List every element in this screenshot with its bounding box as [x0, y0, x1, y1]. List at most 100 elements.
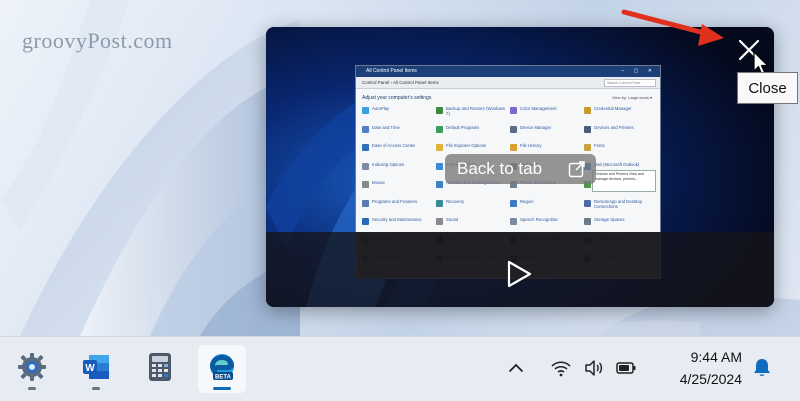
play-icon[interactable]: [505, 259, 533, 289]
active-indicator: [213, 387, 231, 390]
cp-item: File Explorer Options: [436, 143, 506, 154]
taskbar-clock[interactable]: 9:44 AM 4/25/2024: [628, 346, 742, 390]
cp-item-icon: [436, 218, 443, 225]
cp-item-icon: [584, 218, 591, 225]
cp-item: Default Programs: [436, 125, 506, 136]
cp-item-icon: [362, 199, 369, 207]
cp-item-label: Credential Manager: [594, 106, 632, 111]
taskbar-app-edge-beta[interactable]: BETA: [198, 345, 246, 393]
cp-item-icon: [436, 125, 443, 133]
cp-item-icon: [436, 181, 443, 188]
cp-item-label: Mouse: [372, 180, 385, 185]
cp-window-controls: – ▢ ✕: [621, 68, 656, 74]
clock-date: 4/25/2024: [679, 371, 742, 387]
cp-item-label: Device Manager: [520, 124, 552, 130]
cp-item: File History: [510, 143, 580, 154]
cp-item-icon: [362, 162, 369, 170]
notification-bell-icon[interactable]: [751, 357, 773, 379]
svg-text:W: W: [85, 363, 95, 374]
cp-item-icon: [510, 125, 517, 133]
picture-in-picture-window[interactable]: All Control Panel Items – ▢ ✕ Control Pa…: [266, 27, 774, 307]
cp-item-icon: [510, 199, 517, 207]
cp-item: Mouse: [362, 180, 432, 191]
running-indicator: [92, 387, 100, 390]
cp-item-icon: [584, 199, 591, 207]
cp-item: Fonts: [584, 143, 654, 154]
cp-item-label: Mail (Microsoft Outlook): [594, 161, 640, 167]
cp-item-icon: [436, 199, 443, 207]
edge-beta-icon: BETA: [210, 354, 234, 381]
open-external-icon: [568, 161, 585, 178]
chevron-up-icon[interactable]: [505, 357, 527, 379]
calculator-icon: [149, 353, 171, 381]
cp-item-icon: [510, 144, 517, 151]
taskbar: W BETA 9:44 AM 4/25/2024: [0, 336, 800, 401]
cp-item-icon: [436, 144, 443, 151]
running-indicator: [28, 387, 36, 390]
close-tooltip: Close: [737, 72, 798, 104]
cp-item-label: Ease of Access Center: [372, 143, 416, 148]
cp-item: Devices and Printers: [584, 125, 654, 136]
cp-view-by: View by: Large icons ▾: [612, 95, 652, 100]
cp-item: AutoPlay: [362, 106, 432, 117]
cp-item-icon: [584, 125, 591, 133]
cp-item: Speech Recognition: [510, 217, 580, 228]
watermark-text: groovyPost.com: [22, 28, 173, 53]
cp-item-label: AutoPlay: [372, 106, 390, 111]
cp-item: Security and Maintenance: [362, 217, 432, 228]
red-annotation-arrow-icon: [621, 9, 724, 46]
cp-address-bar: Control Panel › All Control Panel Items …: [356, 77, 660, 89]
cp-item-label: Indexing Options: [372, 161, 405, 167]
clock-time: 9:44 AM: [690, 349, 742, 365]
cp-item-icon: [362, 181, 369, 188]
cp-item: Storage Spaces: [584, 217, 654, 228]
cp-item-label: Fonts: [594, 143, 605, 148]
back-to-tab-button[interactable]: Back to tab: [445, 154, 596, 184]
cp-item: Indexing Options: [362, 162, 432, 173]
cp-item-label: Devices and Printers: [594, 124, 634, 130]
cp-item-label: Speech Recognition: [520, 217, 559, 222]
cp-item-label: Color Management: [520, 106, 557, 111]
cp-item-label: File History: [520, 143, 542, 148]
cp-item-label: Sound: [446, 217, 459, 222]
cp-item-icon: [362, 144, 369, 151]
cp-item-icon: [510, 218, 517, 225]
cp-item: Credential Manager: [584, 106, 654, 117]
cp-item: Ease of Access Center: [362, 143, 432, 154]
cp-item-label: Region: [520, 198, 534, 204]
taskbar-app-word[interactable]: W: [72, 345, 120, 393]
cp-heading: Adjust your computer's settings: [362, 95, 432, 101]
gear-icon: [18, 353, 46, 381]
volume-icon[interactable]: [583, 357, 605, 379]
cp-item: Backup and Restore (Windows 7): [436, 106, 506, 117]
cp-item-icon: [362, 125, 369, 133]
cp-item-label: Backup and Restore (Windows 7): [446, 106, 505, 116]
wifi-icon[interactable]: [550, 357, 572, 379]
cp-title: All Control Panel Items: [366, 68, 417, 74]
cp-item-label: Storage Spaces: [594, 217, 625, 222]
taskbar-app-settings[interactable]: [8, 345, 56, 393]
cp-address: Control Panel › All Control Panel Items: [362, 80, 439, 85]
cp-item-icon: [584, 144, 591, 151]
cp-title-bar: All Control Panel Items – ▢ ✕: [356, 66, 660, 77]
cp-item: Programs and Features: [362, 199, 432, 210]
cp-item-label: File Explorer Options: [446, 143, 487, 148]
cp-item-label: Date and Time: [372, 124, 400, 130]
cp-item-icon: [510, 107, 517, 114]
cp-item-icon: [362, 218, 369, 225]
cp-item-icon: [584, 107, 591, 114]
cp-item-tooltip: Devices and Printers View and manage dev…: [592, 170, 656, 192]
cp-item-icon: [436, 162, 443, 170]
taskbar-app-calculator[interactable]: [136, 345, 184, 393]
cp-item: Color Management: [510, 106, 580, 117]
cp-item-label: RemoteApp and Desktop Connections: [594, 198, 643, 209]
back-to-tab-label: Back to tab: [457, 159, 543, 178]
cp-item-icon: [436, 107, 443, 114]
word-icon: W: [83, 355, 109, 379]
cp-item: Device Manager: [510, 125, 580, 136]
cp-item: Sound: [436, 217, 506, 228]
cp-item: RemoteApp and Desktop Connections: [584, 199, 654, 210]
cp-search-box: Search Control Panel: [604, 79, 656, 87]
cp-item-label: Recovery: [446, 198, 465, 204]
cp-item: Region: [510, 199, 580, 210]
